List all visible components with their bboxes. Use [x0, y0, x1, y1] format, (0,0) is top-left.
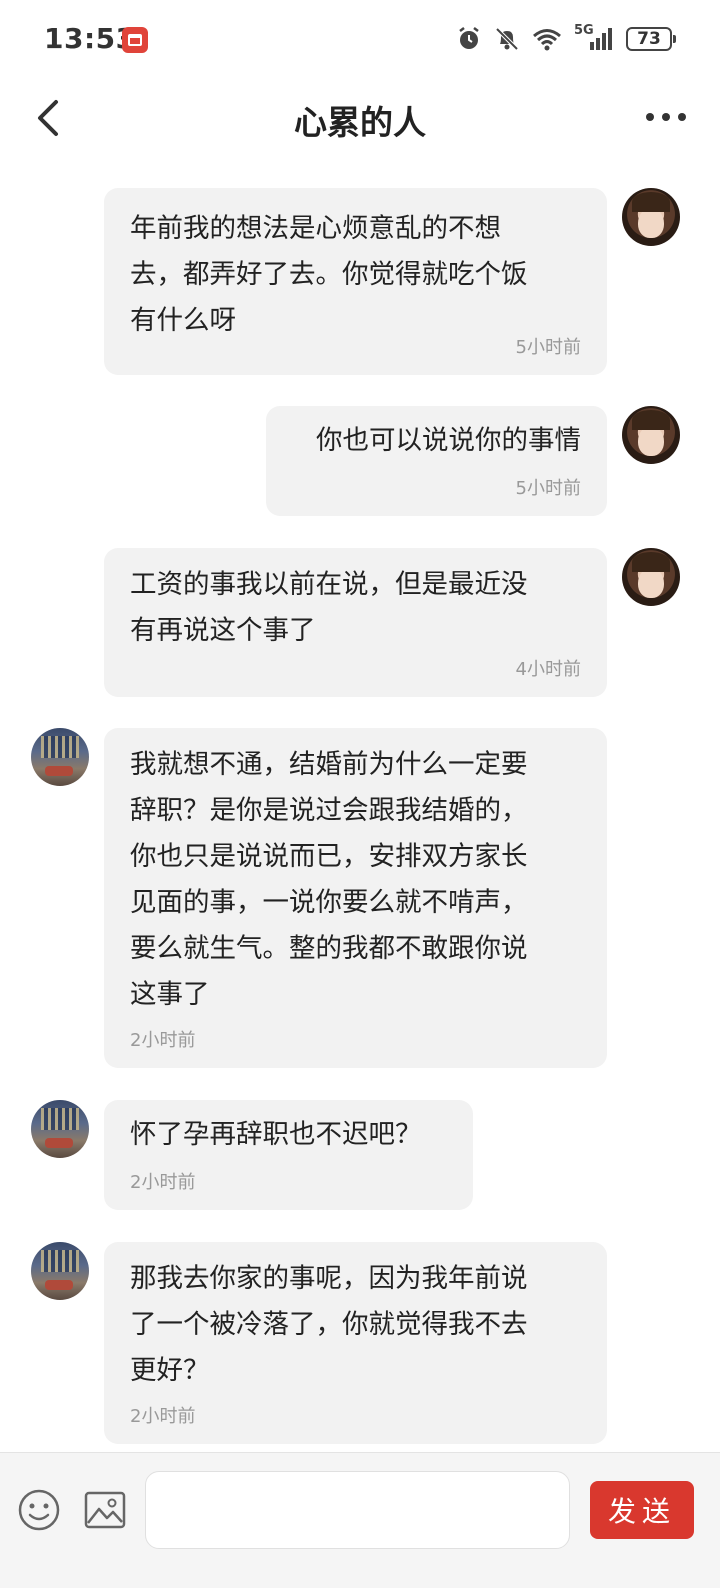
- battery-level: 73: [637, 29, 661, 49]
- avatar[interactable]: [622, 188, 680, 246]
- alarm-icon: [459, 27, 479, 49]
- message-bubble[interactable]: 你也可以说说你的事情 5小时前: [266, 406, 607, 516]
- input-bar: 发送: [0, 1452, 720, 1588]
- avatar[interactable]: [622, 406, 680, 464]
- status-bar: 13:53 5G 73: [0, 0, 720, 82]
- image-icon[interactable]: [84, 1491, 126, 1529]
- message-bubble[interactable]: 我就想不通，结婚前为什么一定要 辞职？是你是说过会跟我结婚的， 你也只是说说而已…: [104, 728, 607, 1068]
- avatar[interactable]: [622, 548, 680, 606]
- message-text: 工资的事我以前在说，但是最近没 有再说这个事了: [130, 569, 528, 646]
- wifi-icon: [533, 29, 561, 51]
- signal-icon: 5G: [574, 23, 614, 52]
- chat-screen: 13:53 5G 73 心累的人 年前我的想法是心烦意乱的不想 去，都弄好了去。…: [0, 0, 720, 1588]
- message-time: 2小时前: [130, 1030, 196, 1051]
- message-input[interactable]: [145, 1471, 570, 1549]
- avatar[interactable]: [31, 1100, 89, 1158]
- message-time: 5小时前: [515, 478, 581, 499]
- message-text: 你也可以说说你的事情: [316, 425, 581, 456]
- message-time: 2小时前: [130, 1172, 196, 1193]
- message-bubble[interactable]: 工资的事我以前在说，但是最近没 有再说这个事了 4小时前: [104, 548, 607, 697]
- message-bubble[interactable]: 年前我的想法是心烦意乱的不想 去，都弄好了去。你觉得就吃个饭 有什么呀 5小时前: [104, 188, 607, 375]
- message-text: 年前我的想法是心烦意乱的不想 去，都弄好了去。你觉得就吃个饭 有什么呀: [130, 213, 528, 336]
- message-text: 那我去你家的事呢，因为我年前说 了一个被冷落了，你就觉得我不去 更好？: [130, 1263, 528, 1386]
- message-time: 4小时前: [515, 659, 581, 680]
- chat-header: 心累的人: [0, 82, 720, 156]
- page-title: 心累的人: [294, 103, 426, 142]
- message-text: 我就想不通，结婚前为什么一定要 辞职？是你是说过会跟我结婚的， 你也只是说说而已…: [130, 749, 528, 1010]
- message-time: 2小时前: [130, 1406, 196, 1427]
- message-bubble[interactable]: 怀了孕再辞职也不迟吧？ 2小时前: [104, 1100, 473, 1210]
- message-text: 怀了孕再辞职也不迟吧？: [130, 1119, 422, 1150]
- more-dots-icon[interactable]: [644, 104, 688, 130]
- app-badge-icon: [122, 27, 148, 53]
- mute-bell-icon: [495, 27, 519, 51]
- avatar[interactable]: [31, 728, 89, 786]
- emoji-icon[interactable]: [18, 1489, 60, 1531]
- message-bubble[interactable]: 那我去你家的事呢，因为我年前说 了一个被冷落了，你就觉得我不去 更好？ 2小时前: [104, 1242, 607, 1444]
- avatar[interactable]: [31, 1242, 89, 1300]
- status-icons: 5G 73: [456, 23, 676, 52]
- battery-icon: 73: [626, 27, 676, 51]
- send-button[interactable]: 发送: [590, 1481, 694, 1539]
- message-time: 5小时前: [515, 337, 581, 358]
